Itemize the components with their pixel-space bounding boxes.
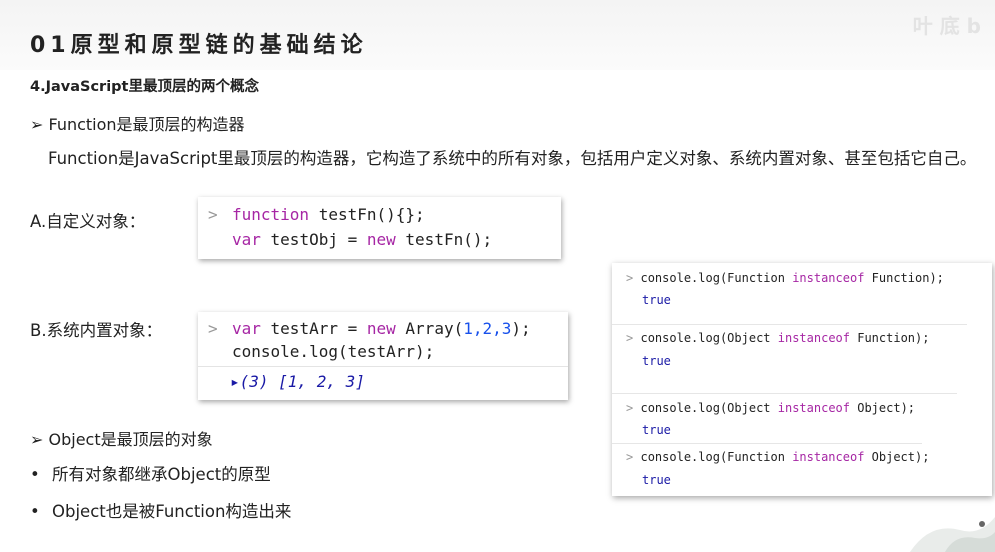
bullet-item: • Object也是被Function构造出来 [30,502,292,521]
divider [612,393,957,394]
code-block-builtin-object: > var testArr = new Array(1,2,3); console… [198,312,568,400]
code-text: testFn(){}; [309,205,425,224]
divider [612,324,967,325]
console-input: > console.log(Object instanceof Object); [626,401,916,415]
code-line: > function testFn(){}; [208,205,425,224]
console-output: true [642,354,671,368]
bullet-dot: • [30,465,40,484]
keyword: function [232,205,310,224]
bullet-dot: • [30,502,40,521]
point-object-top: ➢ Object是最顶层的对象 [30,430,213,449]
console-output: true [642,473,671,487]
code-number: 1,2,3 [463,319,512,338]
bullet-item: • 所有对象都继承Object的原型 [30,465,271,484]
code-text: Array( [395,319,464,338]
keyword: var [232,230,261,249]
code-block-custom-object: > function testFn(){}; var testObj = new … [198,197,561,259]
code-text: testArr = [260,319,367,338]
keyword: new [366,319,396,338]
keyword: new [366,230,396,249]
function-paragraph: Function是JavaScript里最顶层的构造器，它构造了系统中的所有对象… [48,149,977,168]
decorative-corner-icon [910,517,995,552]
divider [198,366,568,367]
code-line: console.log(testArr); [208,342,434,361]
code-line: var testObj = new testFn(); [208,230,492,249]
watermark-logo: 叶 底 b [912,14,981,38]
console-input: > console.log(Function instanceof Object… [626,450,930,464]
console-input: > console.log(Object instanceof Function… [626,331,930,345]
console-output: true [642,293,671,307]
prompt-icon: > [208,205,218,224]
prompt-icon: > [208,319,218,338]
console-panel: > console.log(Function instanceof Functi… [612,263,992,496]
label-custom-object: A.自定义对象： [30,212,146,231]
console-output: true [642,423,671,437]
point-function-top: ➢ Function是最顶层的构造器 [30,115,245,134]
label-builtin-object: B.系统内置对象： [30,321,163,340]
code-text: console.log(testArr); [232,342,435,361]
console-input: > console.log(Function instanceof Functi… [626,271,944,285]
code-text: testFn(); [395,230,493,249]
section-subtitle: 4.JavaScript里最顶层的两个概念 [30,79,259,95]
code-line: > var testArr = new Array(1,2,3); [208,319,531,338]
code-output[interactable]: ▸(3) [1, 2, 3] [230,372,365,391]
divider [612,443,922,444]
code-text: testObj = [260,230,367,249]
code-text: ); [511,319,531,338]
keyword: var [232,319,261,338]
slide-title: 01原型和原型链的基础结论 [30,33,368,58]
